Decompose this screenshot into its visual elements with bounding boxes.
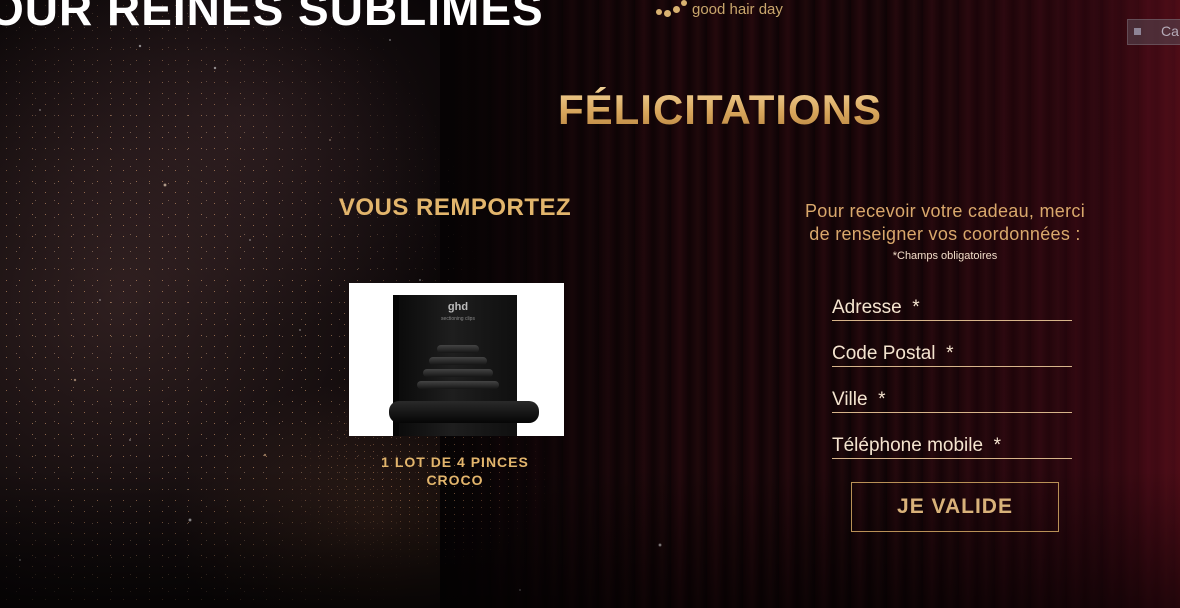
prize-image: ghd sectioning clips [349, 283, 564, 436]
required-fields-note: *Champs obligatoires [892, 250, 998, 262]
clip-shape [417, 381, 499, 389]
city-input[interactable] [832, 388, 1072, 412]
win-heading: VOUS REMPORTEZ [338, 194, 572, 221]
clip-shape [437, 345, 479, 353]
prize-caption-line2: CROCO [426, 472, 484, 488]
clips-foreground [389, 401, 539, 423]
form-intro: Pour recevoir votre cadeau, merci de ren… [772, 200, 1118, 246]
address-field-wrapper [832, 296, 1072, 321]
box-brand: ghd [447, 301, 469, 313]
clip-shape [423, 369, 493, 377]
postal-code-input[interactable] [832, 342, 1072, 366]
prize-caption-line1: 1 LOT DE 4 PINCES [381, 454, 529, 470]
address-input[interactable] [832, 296, 1072, 320]
brand-name: good hair day [692, 0, 783, 18]
form-intro-line1: Pour recevoir votre cadeau, merci [804, 201, 1085, 221]
prize-caption: 1 LOT DE 4 PINCES CROCO [360, 453, 550, 489]
corner-tab[interactable]: Ca [1127, 19, 1180, 45]
box-label: sectioning clips [441, 316, 475, 322]
corner-tab-label: Ca [1161, 23, 1179, 39]
brand-dots-icon [654, 0, 688, 18]
page-title: FÉLICITATIONS [520, 86, 920, 134]
corner-tab-icon [1134, 28, 1141, 35]
submit-button[interactable]: JE VALIDE [851, 482, 1059, 532]
city-field-wrapper [832, 388, 1072, 413]
mobile-phone-field-wrapper [832, 434, 1072, 459]
clip-shape [429, 357, 487, 365]
campaign-headline: OUR REINES SUBLIMES [0, 0, 544, 35]
brand-logo: good hair day [654, 0, 783, 18]
form-intro-line2: de renseigner vos coordonnées : [809, 224, 1081, 244]
postal-code-field-wrapper [832, 342, 1072, 367]
mobile-phone-input[interactable] [832, 434, 1072, 458]
